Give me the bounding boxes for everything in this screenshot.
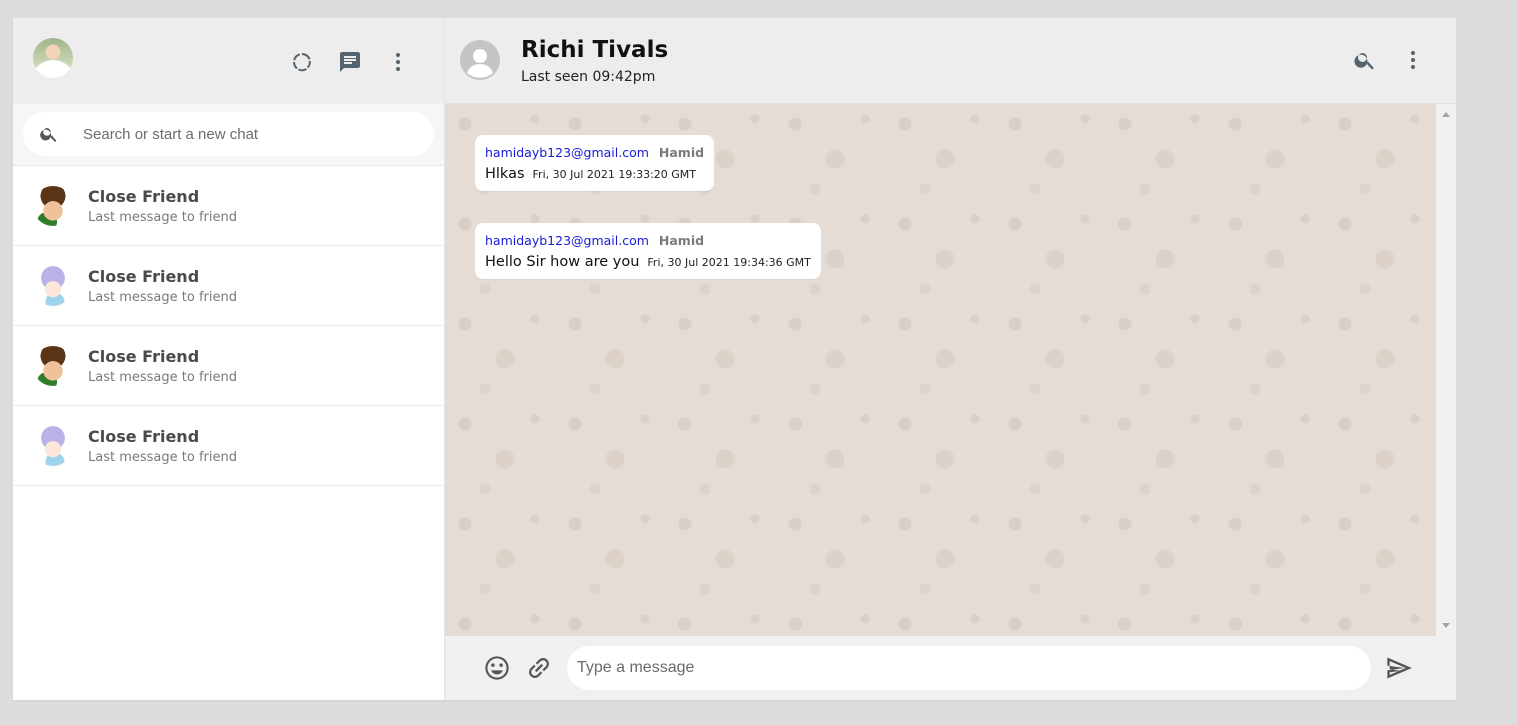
message-email[interactable]: hamidayb123@gmail.com [485,233,649,248]
chat-name: Close Friend [88,346,200,366]
sidebar: Close Friend Last message to friend Clos… [13,18,445,700]
chat-header-icons [1353,48,1425,72]
message-bubble: hamidayb123@gmail.com Hamid Hello Sir how… [475,223,821,279]
emoji-icon[interactable] [483,654,511,687]
chat-name: Close Friend [88,186,200,206]
scroll-up-arrow[interactable] [1442,112,1450,117]
scrollbar[interactable] [1436,104,1456,636]
contact-name: Richi Tivals [521,37,669,63]
new-chat-icon[interactable] [338,50,362,74]
chat-panel: Richi Tivals Last seen 09:42pm hamidayb1… [445,18,1456,700]
chat-last-message: Last message to friend [88,289,237,305]
chat-last-message: Last message to friend [88,369,237,385]
message-text: Hlkas [485,166,525,182]
user-avatar[interactable] [33,38,73,78]
scroll-down-arrow[interactable] [1442,623,1450,628]
message-text: Hello Sir how are you [485,254,640,270]
chat-messages-area[interactable]: hamidayb123@gmail.com Hamid Hlkas Fri, 30 … [445,104,1456,636]
search-icon [40,128,57,142]
chat-list: Close Friend Last message to friend Clos… [13,166,444,700]
menu-icon[interactable] [386,50,410,74]
search-area [13,104,444,166]
chat-list-item[interactable]: Close Friend Last message to friend [13,326,444,406]
chat-list-item[interactable]: Close Friend Last message to friend [13,166,444,246]
status-icon[interactable] [290,50,314,74]
message-timestamp: Fri, 30 Jul 2021 19:33:20 GMT [532,168,697,181]
message-composer [445,636,1456,700]
chat-last-message: Last message to friend [88,209,237,225]
message-input[interactable] [567,646,1371,690]
search-box[interactable] [23,112,434,156]
girl-avatar [33,425,73,466]
sidebar-header-icons [290,50,410,74]
menu-icon[interactable] [1401,48,1425,72]
send-icon[interactable] [1385,654,1413,687]
message-sender: Hamid [658,145,705,160]
search-icon[interactable] [1353,48,1377,72]
attach-icon[interactable] [525,654,553,687]
contact-avatar[interactable] [460,40,500,80]
chat-list-item[interactable]: Close Friend Last message to friend [13,246,444,326]
chat-name: Close Friend [88,266,200,286]
message-sender: Hamid [658,233,705,248]
contact-last-seen: Last seen 09:42pm [521,69,656,85]
chat-list-item[interactable]: Close Friend Last message to friend [13,406,444,486]
chat-header: Richi Tivals Last seen 09:42pm [445,18,1456,104]
chat-last-message: Last message to friend [88,449,237,465]
app-window: Close Friend Last message to friend Clos… [13,18,1456,700]
message-bubble: hamidayb123@gmail.com Hamid Hlkas Fri, 30 … [475,135,715,191]
chat-name: Close Friend [88,426,200,446]
ben-avatar [33,345,73,386]
default-user-icon [460,40,500,80]
message-timestamp: Fri, 30 Jul 2021 19:34:36 GMT [647,256,811,269]
ben-avatar [33,185,73,226]
sidebar-header [13,18,444,104]
message-email[interactable]: hamidayb123@gmail.com [485,145,649,160]
girl-avatar [33,265,73,306]
search-input[interactable] [81,124,405,144]
